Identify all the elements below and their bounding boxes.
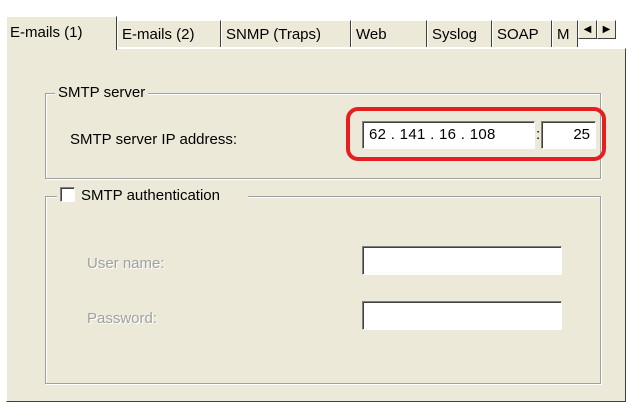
- tab-strip: E-mails (1) E-mails (2) SNMP (Traps) Web…: [6, 16, 632, 50]
- smtp-port-value: 25: [573, 126, 590, 143]
- username-field[interactable]: [362, 246, 562, 275]
- smtp-auth-header: SMTP authentication: [57, 187, 248, 205]
- username-label: User name:: [87, 255, 165, 272]
- smtp-ip-value: 62 . 141 . 16 . 108: [369, 126, 496, 143]
- tab-label: Web: [356, 26, 387, 43]
- tab-snmp-traps[interactable]: SNMP (Traps): [221, 20, 351, 47]
- smtp-auth-group: [45, 196, 601, 384]
- smtp-port-field[interactable]: 25: [541, 121, 596, 149]
- ip-port-separator: :: [536, 126, 541, 143]
- password-label: Password:: [87, 310, 158, 327]
- password-field[interactable]: [362, 301, 562, 330]
- tab-scroll-left-button[interactable]: ◀: [578, 20, 597, 39]
- tab-soap[interactable]: SOAP: [492, 20, 552, 47]
- tab-syslog[interactable]: Syslog: [427, 20, 492, 47]
- tab-m[interactable]: M: [552, 20, 578, 47]
- smtp-ip-label: SMTP server IP address:: [70, 131, 238, 148]
- tab-label: M: [557, 26, 570, 43]
- triangle-left-icon: ◀: [583, 24, 592, 35]
- tab-label: Syslog: [432, 26, 478, 43]
- tab-label: SOAP: [497, 26, 539, 43]
- tab-emails-2[interactable]: E-mails (2): [117, 20, 221, 47]
- tab-web[interactable]: Web: [351, 20, 427, 47]
- smtp-auth-checkbox[interactable]: [60, 187, 75, 202]
- tab-scroll-right-button[interactable]: ▶: [597, 20, 616, 39]
- smtp-server-group-title: SMTP server: [55, 84, 149, 102]
- smtp-ip-field[interactable]: 62 . 141 . 16 . 108: [362, 121, 535, 149]
- triangle-right-icon: ▶: [602, 24, 611, 35]
- smtp-auth-label: SMTP authentication: [81, 187, 220, 204]
- tab-label: E-mails (1): [10, 24, 83, 41]
- tab-label: E-mails (2): [122, 26, 195, 43]
- settings-dialog: E-mails (1) E-mails (2) SNMP (Traps) Web…: [0, 0, 632, 408]
- tab-emails-1[interactable]: E-mails (1): [6, 16, 117, 50]
- tab-page-emails-1: SMTP server SMTP server IP address: 62 .…: [6, 48, 626, 402]
- tab-label: SNMP (Traps): [226, 26, 322, 43]
